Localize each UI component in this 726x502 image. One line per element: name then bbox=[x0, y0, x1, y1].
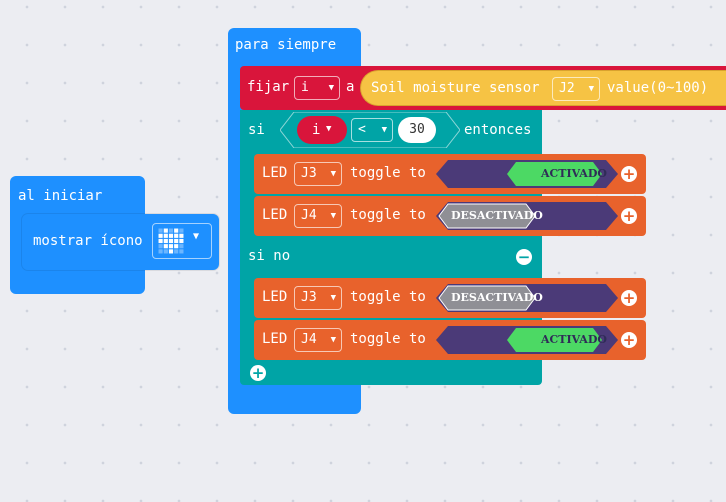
on-start-title: al iniciar bbox=[18, 188, 103, 204]
to-label: a bbox=[346, 79, 355, 95]
show-icon-block[interactable]: mostrar ícono ▼ bbox=[22, 214, 219, 270]
chevron-down-icon: ▼ bbox=[330, 293, 336, 303]
led-pin-dropdown[interactable]: J4 ▼ bbox=[294, 204, 342, 228]
add-icon[interactable]: + bbox=[621, 290, 637, 306]
add-else-icon[interactable]: + bbox=[250, 365, 266, 381]
led-label: LED bbox=[262, 165, 288, 181]
led-block[interactable]: LED J3 ▼ toggle to DESACTIVADO + bbox=[254, 278, 646, 318]
set-label: fijar bbox=[247, 79, 290, 95]
add-icon[interactable]: + bbox=[621, 166, 637, 182]
compare-right-number: 30 bbox=[409, 122, 425, 137]
toggle-label: toggle to bbox=[350, 289, 426, 305]
led-pin-dropdown[interactable]: J4 ▼ bbox=[294, 328, 342, 352]
toggle-label: toggle to bbox=[350, 165, 426, 181]
toggle-state-label: ACTIVADO bbox=[541, 167, 607, 180]
led-pin-value: J4 bbox=[301, 208, 317, 223]
led-block[interactable]: LED J4 ▼ toggle to DESACTIVADO + bbox=[254, 196, 646, 236]
led-label: LED bbox=[262, 289, 288, 305]
led-block[interactable]: LED J3 ▼ toggle to ACTIVADO + bbox=[254, 154, 646, 194]
variable-dropdown[interactable]: i ▼ bbox=[294, 76, 340, 100]
chevron-down-icon: ▼ bbox=[328, 83, 334, 93]
variable-name: i bbox=[301, 80, 309, 95]
chevron-down-icon: ▼ bbox=[330, 335, 336, 345]
led-pin-value: J3 bbox=[301, 166, 317, 181]
compare-right-value[interactable]: 30 bbox=[398, 117, 436, 143]
else-label: si no bbox=[248, 248, 291, 264]
sensor-pin-value: J2 bbox=[559, 81, 575, 96]
toggle-state-label: DESACTIVADO bbox=[451, 209, 543, 222]
sensor-pin-dropdown[interactable]: J2 ▼ bbox=[552, 77, 600, 101]
led-block[interactable]: LED J4 ▼ toggle to ACTIVADO + bbox=[254, 320, 646, 360]
chevron-down-icon: ▼ bbox=[193, 231, 200, 242]
led-pin-value: J3 bbox=[301, 290, 317, 305]
operator-dropdown[interactable]: < ▼ bbox=[351, 118, 393, 142]
compare-left-variable[interactable]: i ▼ bbox=[297, 116, 347, 144]
forever-title: para siempre bbox=[235, 37, 337, 53]
heart-icon bbox=[158, 228, 184, 254]
led-label: LED bbox=[262, 331, 288, 347]
chevron-down-icon: ▼ bbox=[588, 84, 594, 94]
then-label: entonces bbox=[464, 122, 532, 138]
chevron-down-icon: ▼ bbox=[330, 211, 336, 221]
operator-value: < bbox=[358, 122, 366, 137]
led-pin-value: J4 bbox=[301, 332, 317, 347]
add-icon[interactable]: + bbox=[621, 332, 637, 348]
led-pin-dropdown[interactable]: J3 ▼ bbox=[294, 162, 342, 186]
sensor-label: Soil moisture sensor bbox=[371, 80, 540, 96]
toggle-label: toggle to bbox=[350, 207, 426, 223]
soil-sensor-block[interactable]: Soil moisture sensor J2 ▼ value(0~100) bbox=[360, 70, 726, 106]
chevron-down-icon: ▼ bbox=[330, 169, 336, 179]
led-pin-dropdown[interactable]: J3 ▼ bbox=[294, 286, 342, 310]
toggle-state-label: ACTIVADO bbox=[541, 333, 607, 346]
compare-left-var-name: i bbox=[312, 122, 321, 138]
icon-dropdown[interactable]: ▼ bbox=[152, 223, 212, 259]
add-icon[interactable]: + bbox=[621, 208, 637, 224]
show-icon-label: mostrar ícono bbox=[33, 233, 143, 249]
led-label: LED bbox=[262, 207, 288, 223]
toggle-state-label: DESACTIVADO bbox=[451, 291, 543, 304]
chevron-down-icon: ▼ bbox=[381, 125, 387, 135]
toggle-label: toggle to bbox=[350, 331, 426, 347]
chevron-down-icon: ▼ bbox=[326, 124, 332, 134]
sensor-value-label: value(0~100) bbox=[607, 80, 709, 96]
if-label: si bbox=[248, 122, 265, 138]
remove-else-icon[interactable]: − bbox=[516, 249, 532, 265]
